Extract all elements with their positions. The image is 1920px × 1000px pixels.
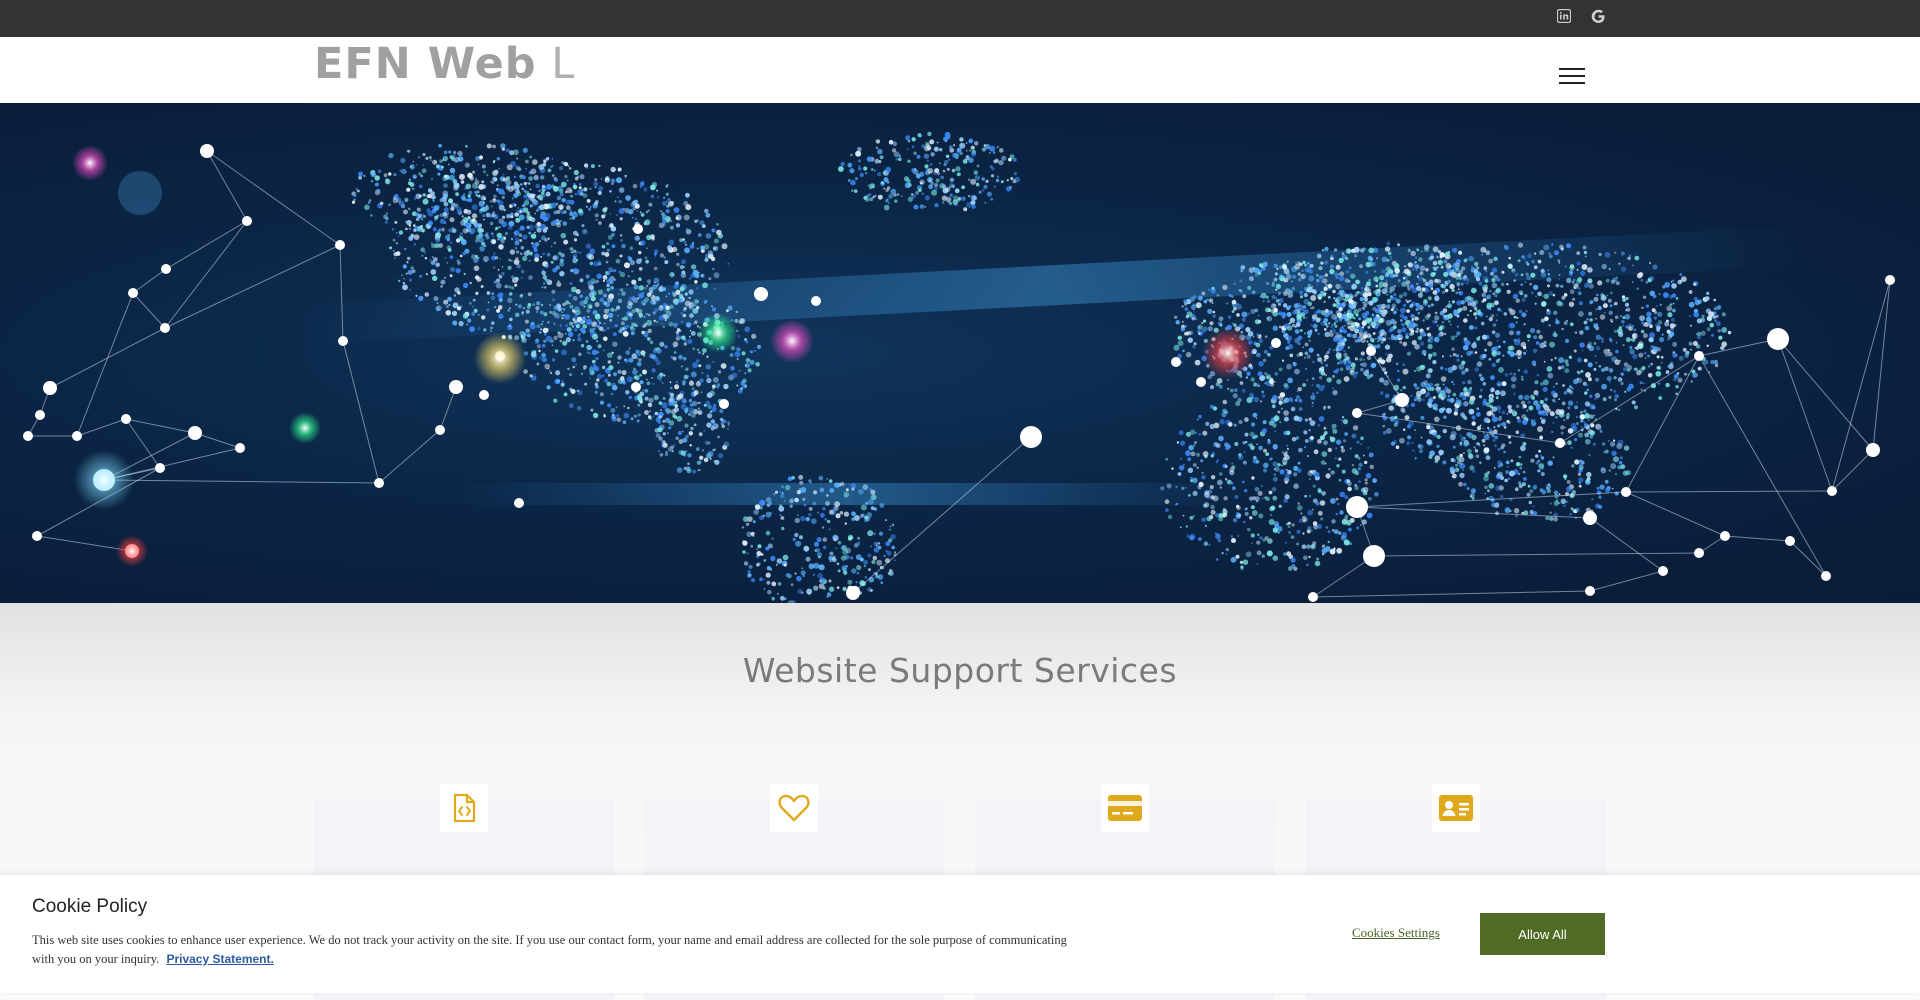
cookie-text: This web site uses cookies to enhance us…: [32, 931, 1092, 969]
section-title: Website Support Services: [0, 651, 1920, 690]
social-links: [1556, 8, 1606, 28]
google-icon[interactable]: [1590, 8, 1606, 24]
world-network-map-illustration: [0, 103, 1920, 603]
contact-card-icon: [1432, 784, 1480, 832]
code-file-icon: [440, 784, 488, 832]
site-logo[interactable]: EFN Web LLC: [314, 43, 574, 103]
top-bar: [0, 0, 1920, 37]
hamburger-menu-icon[interactable]: [1559, 68, 1585, 85]
hero-banner: [0, 103, 1920, 603]
cookies-settings-link[interactable]: Cookies Settings: [1352, 925, 1440, 941]
privacy-statement-link[interactable]: Privacy Statement.: [166, 952, 273, 966]
linkedin-icon[interactable]: [1556, 8, 1572, 24]
credit-card-icon: [1101, 784, 1149, 832]
allow-all-button[interactable]: Allow All: [1480, 913, 1605, 955]
logo-fade: [314, 81, 574, 103]
heart-icon: [770, 784, 818, 832]
site-header: EFN Web LLC: [0, 37, 1920, 103]
cookie-title: Cookie Policy: [32, 896, 147, 918]
cookie-banner: Cookie Policy This web site uses cookies…: [0, 875, 1920, 993]
